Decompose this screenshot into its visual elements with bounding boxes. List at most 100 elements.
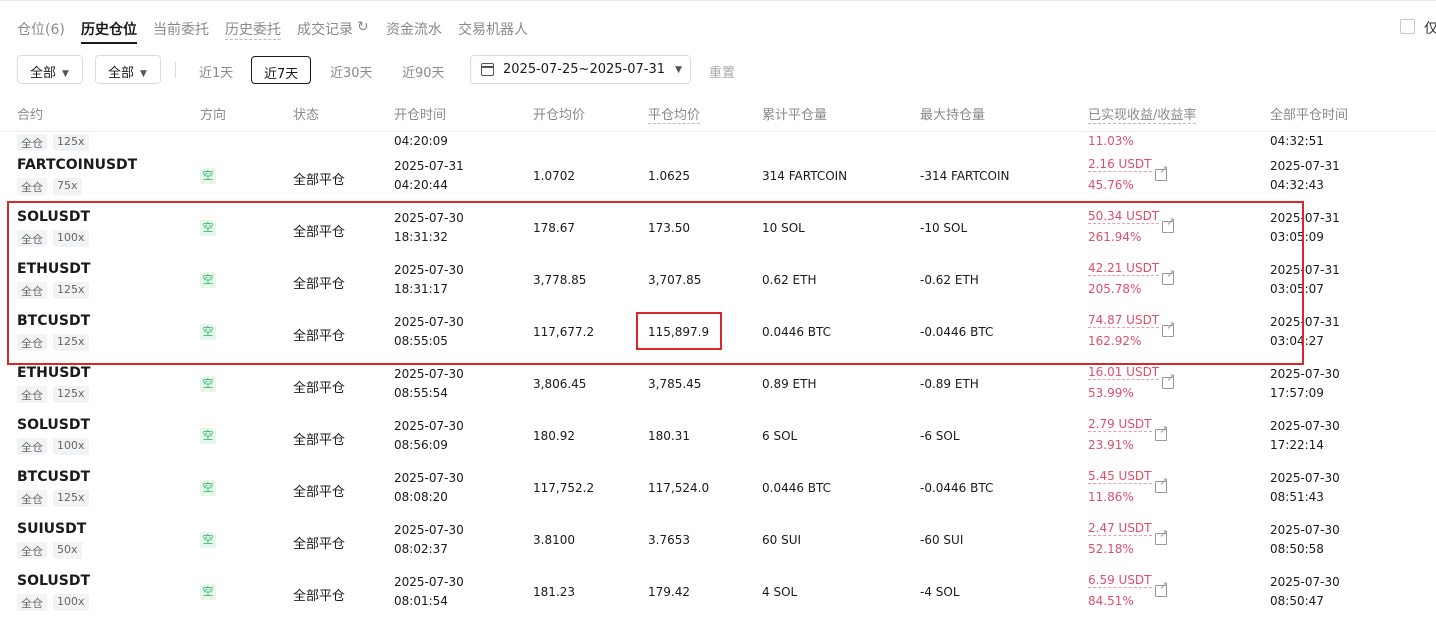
share-icon[interactable] <box>1155 527 1168 545</box>
closed-qty: 314 FARTCOIN <box>762 169 848 183</box>
close-time: 17:22:14 <box>1270 438 1324 452</box>
reset-button[interactable]: 重置 <box>709 62 735 81</box>
close-avg-price: 173.50 <box>648 221 690 235</box>
margin-tag: 全仓 <box>17 438 47 455</box>
share-icon[interactable] <box>1162 371 1175 389</box>
range-1d[interactable]: 近1天 <box>187 56 245 84</box>
open-time: 08:01:54 <box>394 594 448 608</box>
close-date: 2025-07-31 <box>1270 315 1340 329</box>
share-icon[interactable] <box>1162 215 1175 233</box>
contract-symbol[interactable]: SOLUSDT <box>17 209 90 225</box>
share-icon[interactable] <box>1155 579 1168 597</box>
realized-pnl[interactable]: 5.45 USDT <box>1088 469 1152 484</box>
range-7d[interactable]: 近7天 <box>251 56 312 84</box>
contract-symbol[interactable]: ETHUSDT <box>17 261 90 277</box>
caret-down-icon: ▼ <box>675 65 682 75</box>
table-row[interactable]: SOLUSDT 全仓 100x 空 全部平仓 2025-07-30 08:01:… <box>0 567 1436 618</box>
table-row[interactable]: SUIUSDT 全仓 50x 空 全部平仓 2025-07-30 08:02:3… <box>0 515 1436 567</box>
tab-funding-flow[interactable]: 资金流水 <box>386 19 442 39</box>
table-row[interactable]: BTCUSDT 全仓 125x 空 全部平仓 2025-07-30 08:55:… <box>0 307 1436 359</box>
filter-dropdown-2-label: 全部 <box>108 66 135 81</box>
contract-symbol[interactable]: FARTCOINUSDT <box>17 157 137 173</box>
open-date: 2025-07-30 <box>394 367 464 381</box>
close-time: 03:04:27 <box>1270 334 1324 348</box>
share-icon[interactable] <box>1162 267 1175 285</box>
filter-dropdown-2[interactable]: 全部 ▼ <box>95 55 161 84</box>
contract-symbol[interactable]: SUIUSDT <box>17 521 86 537</box>
margin-tag: 全仓 <box>17 542 47 559</box>
realized-pnl[interactable]: 2.79 USDT <box>1088 417 1152 432</box>
open-date: 2025-07-30 <box>394 263 464 277</box>
table-body: 全仓 125x 04:20:09 11.03% 04:32:51 FARTCOI… <box>0 132 1436 618</box>
range-90d[interactable]: 近90天 <box>390 56 457 84</box>
open-time: 08:55:54 <box>394 386 448 400</box>
tab-position-history[interactable]: 历史仓位 <box>81 19 137 39</box>
tab-order-history[interactable]: 历史委托 <box>225 19 281 40</box>
tab-positions[interactable]: 仓位(6) <box>17 19 65 39</box>
status: 全部平仓 <box>293 225 346 240</box>
close-avg-price: 3,707.85 <box>648 273 702 287</box>
pnl-rate: 45.76% <box>1088 178 1134 192</box>
realized-pnl[interactable]: 2.47 USDT <box>1088 521 1152 536</box>
close-date: 2025-07-30 <box>1270 575 1340 589</box>
share-icon[interactable] <box>1162 319 1175 337</box>
leverage-tag: 125x <box>53 282 89 299</box>
open-time: 04:20:09 <box>394 134 448 148</box>
close-date: 2025-07-31 <box>1270 211 1340 225</box>
tab-trading-bots[interactable]: 交易机器人 <box>458 19 528 39</box>
contract-symbol[interactable]: SOLUSDT <box>17 573 90 589</box>
col-close-time: 全部平仓时间 <box>1270 108 1349 123</box>
table-row[interactable]: ETHUSDT 全仓 125x 空 全部平仓 2025-07-30 18:31:… <box>0 255 1436 307</box>
pnl-rate: 162.92% <box>1088 334 1142 348</box>
contract-symbol[interactable]: BTCUSDT <box>17 469 90 485</box>
status: 全部平仓 <box>293 329 346 344</box>
direction-badge: 空 <box>200 428 216 444</box>
status: 全部平仓 <box>293 485 346 500</box>
table-header: 合约 方向 状态 开仓时间 开仓均价 平仓均价 累计平仓量 最大持仓量 已实现收… <box>0 92 1436 132</box>
filter-dropdown-1[interactable]: 全部 ▼ <box>17 55 83 84</box>
table-row[interactable]: SOLUSDT 全仓 100x 空 全部平仓 2025-07-30 18:31:… <box>0 203 1436 255</box>
open-avg-price: 3,806.45 <box>533 377 587 391</box>
realized-pnl[interactable]: 50.34 USDT <box>1088 209 1160 224</box>
range-30d[interactable]: 近30天 <box>318 56 385 84</box>
table-row[interactable]: BTCUSDT 全仓 125x 空 全部平仓 2025-07-30 08:08:… <box>0 463 1436 515</box>
open-date: 2025-07-30 <box>394 211 464 225</box>
realized-pnl[interactable]: 42.21 USDT <box>1088 261 1160 276</box>
share-icon[interactable] <box>1155 423 1168 441</box>
close-avg-price: 1.0625 <box>648 169 690 183</box>
table-row[interactable]: FARTCOINUSDT 全仓 75x 空 全部平仓 2025-07-31 04… <box>0 151 1436 203</box>
contract-symbol[interactable]: ETHUSDT <box>17 365 90 381</box>
share-icon[interactable] <box>1155 163 1168 181</box>
max-qty: -0.89 ETH <box>920 377 979 391</box>
closed-qty: 0.0446 BTC <box>762 481 832 495</box>
margin-tag: 全仓 <box>17 134 47 151</box>
leverage-tag: 100x <box>53 230 89 247</box>
open-avg-price: 181.23 <box>533 585 575 599</box>
realized-pnl[interactable]: 6.59 USDT <box>1088 573 1152 588</box>
only-current-checkbox[interactable] <box>1400 19 1415 34</box>
open-date: 2025-07-30 <box>394 575 464 589</box>
direction-badge: 空 <box>200 324 216 340</box>
open-date: 2025-07-30 <box>394 523 464 537</box>
status: 全部平仓 <box>293 381 346 396</box>
table-row[interactable]: ETHUSDT 全仓 125x 空 全部平仓 2025-07-30 08:55:… <box>0 359 1436 411</box>
direction-badge: 空 <box>200 272 216 288</box>
contract-symbol[interactable]: BTCUSDT <box>17 313 90 329</box>
open-avg-price: 1.0702 <box>533 169 575 183</box>
contract-symbol[interactable]: SOLUSDT <box>17 417 90 433</box>
date-range-value: 2025-07-25~2025-07-31 <box>503 62 665 77</box>
close-time: 03:05:07 <box>1270 282 1324 296</box>
tab-open-orders[interactable]: 当前委托 <box>153 19 209 39</box>
date-range-picker[interactable]: 2025-07-25~2025-07-31 ▼ <box>470 55 691 84</box>
pnl-rate: 11.86% <box>1088 490 1134 504</box>
realized-pnl[interactable]: 74.87 USDT <box>1088 313 1160 328</box>
realized-pnl[interactable]: 2.16 USDT <box>1088 157 1152 172</box>
realized-pnl[interactable]: 16.01 USDT <box>1088 365 1160 380</box>
refresh-icon[interactable]: ↻ <box>357 19 369 35</box>
caret-down-icon: ▼ <box>62 69 69 79</box>
status: 全部平仓 <box>293 433 346 448</box>
share-icon[interactable] <box>1155 475 1168 493</box>
tab-trade-history[interactable]: 成交记录 <box>297 19 353 39</box>
close-time: 08:50:58 <box>1270 542 1324 556</box>
table-row[interactable]: SOLUSDT 全仓 100x 空 全部平仓 2025-07-30 08:56:… <box>0 411 1436 463</box>
